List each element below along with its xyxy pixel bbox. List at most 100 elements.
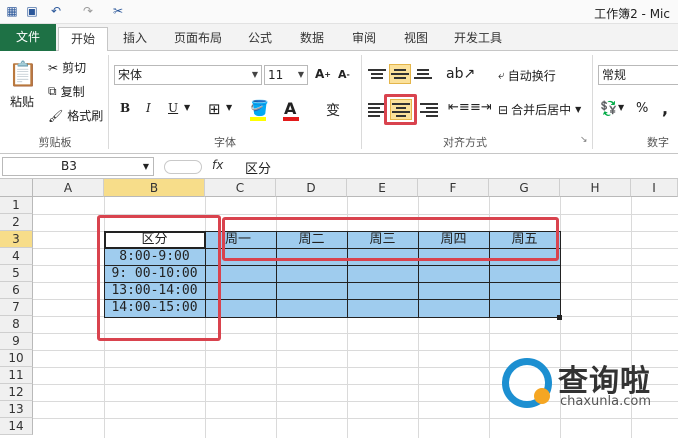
formula-input[interactable]: 区分 [245, 158, 271, 177]
column-header-b[interactable]: B [104, 179, 205, 197]
row-header-8[interactable]: 8 [0, 316, 33, 333]
font-group-label: 字体 [214, 136, 236, 149]
tab-insert[interactable]: 插入 [116, 27, 154, 51]
currency-icon[interactable]: 💱 [600, 101, 617, 117]
cut-label: 剪切 [62, 61, 87, 75]
tab-file[interactable]: 文件 [0, 24, 56, 51]
insert-function-button[interactable]: fx [212, 158, 223, 172]
format-painter-label: 格式刷 [67, 109, 104, 123]
wrap-text-icon: ⤶ [498, 68, 505, 82]
customize-icon[interactable]: ✂ [110, 3, 126, 19]
column-header-f[interactable]: F [418, 179, 489, 197]
align-right-icon[interactable] [420, 101, 438, 117]
chevron-down-icon: ▼ [575, 105, 582, 114]
format-painter-button[interactable]: 🖌 格式刷 [48, 107, 103, 124]
number-format-select[interactable]: 常规 [598, 65, 678, 85]
row-header-14[interactable]: 14 [0, 418, 33, 435]
excel-logo-icon: ▦ [6, 4, 18, 18]
row-header-4[interactable]: 4 [0, 248, 33, 265]
tab-review[interactable]: 审阅 [344, 27, 384, 51]
wrap-text-button[interactable]: ⤶ 自动换行 [498, 67, 556, 84]
name-box[interactable]: B3 ▼ [2, 157, 154, 176]
column-header-d[interactable]: D [276, 179, 347, 197]
column-header-e[interactable]: E [347, 179, 418, 197]
select-all-button[interactable] [0, 179, 33, 197]
increase-indent-icon[interactable]: ≡⇥ [470, 100, 492, 115]
number-group-label: 数字 [647, 136, 669, 149]
watermark-url: chaxunla.com [560, 394, 651, 409]
grow-font-icon[interactable]: A + [315, 67, 331, 81]
bottom-align-icon[interactable] [414, 67, 432, 83]
tab-view[interactable]: 视图 [396, 27, 436, 51]
shrink-font-icon[interactable]: A- [338, 68, 350, 81]
chevron-down-icon: ▼ [297, 70, 304, 79]
save-icon[interactable]: ▣ [24, 3, 40, 19]
paste-button[interactable]: 粘贴 [10, 93, 34, 110]
column-header-a[interactable]: A [33, 179, 104, 197]
group-divider [592, 55, 593, 149]
day-headers-highlight-box [222, 217, 559, 261]
wrap-text-label: 自动换行 [507, 69, 556, 83]
formula-bar: B3 ▼ fx 区分 [0, 154, 678, 179]
cell-reference: B3 [61, 159, 77, 173]
row-labels-highlight-box [97, 215, 221, 341]
row-header-13[interactable]: 13 [0, 401, 33, 418]
column-header-c[interactable]: C [205, 179, 276, 197]
row-header-1[interactable]: 1 [0, 197, 33, 214]
orange-dot-icon [534, 388, 550, 404]
column-header-h[interactable]: H [560, 179, 631, 197]
merge-center-button[interactable]: ⊟ 合并后居中 ▼ [498, 101, 581, 118]
alignment-group-label: 对齐方式 [443, 136, 487, 149]
gridline [33, 418, 678, 419]
row-header-12[interactable]: 12 [0, 384, 33, 401]
row-header-6[interactable]: 6 [0, 282, 33, 299]
font-size-select[interactable]: 11 ▼ [264, 65, 308, 85]
clipboard-group-label: 剪贴板 [38, 136, 72, 149]
row-header-2[interactable]: 2 [0, 214, 33, 231]
undo-icon[interactable]: ↶ [48, 3, 64, 19]
tab-page-layout[interactable]: 页面布局 [168, 27, 228, 51]
paste-icon[interactable]: 📋 [8, 57, 38, 91]
tab-formulas[interactable]: 公式 [240, 27, 280, 51]
chevron-down-icon[interactable]: ▼ [184, 103, 190, 112]
top-align-icon[interactable] [368, 67, 386, 83]
row-header-9[interactable]: 9 [0, 333, 33, 350]
column-header-g[interactable]: G [489, 179, 560, 197]
row-header-5[interactable]: 5 [0, 265, 33, 282]
row-header-7[interactable]: 7 [0, 299, 33, 316]
phonetic-icon[interactable]: 变 [326, 100, 340, 120]
group-divider [108, 55, 109, 149]
chevron-down-icon[interactable]: ▼ [226, 103, 232, 112]
borders-icon[interactable]: ⊞ [208, 100, 221, 118]
row-header-11[interactable]: 11 [0, 367, 33, 384]
row-header-10[interactable]: 10 [0, 350, 33, 367]
tab-home[interactable]: 开始 [58, 27, 108, 52]
italic-button[interactable]: I [146, 101, 151, 115]
dialog-launcher-icon[interactable]: ↘ [580, 135, 588, 145]
orientation-icon[interactable]: ab↗ [446, 66, 475, 82]
row-header-3[interactable]: 3 [0, 231, 33, 248]
cut-button[interactable]: ✂ 剪切 [48, 59, 86, 76]
title-bar: ▦ ▣ ↶ ↷ ✂ 工作簿2 - Mic [0, 0, 678, 24]
bold-button[interactable]: B [120, 101, 130, 115]
font-name-value: 宋体 [118, 68, 143, 82]
underline-button[interactable]: U [168, 101, 178, 115]
chevron-down-icon[interactable]: ▼ [618, 103, 624, 112]
number-format-value: 常规 [602, 68, 627, 82]
center-align-icon [392, 101, 410, 117]
percent-button[interactable]: % [636, 101, 648, 116]
column-header-i[interactable]: I [631, 179, 678, 197]
fill-color-icon[interactable]: 🪣 [250, 99, 269, 117]
formula-bar-resizer[interactable] [164, 160, 202, 174]
copy-button[interactable]: ⧉ 复制 [48, 83, 85, 100]
merge-center-label: 合并后居中 [511, 103, 572, 117]
fill-handle[interactable] [557, 315, 562, 320]
redo-icon[interactable]: ↷ [80, 3, 96, 19]
font-name-select[interactable]: 宋体 ▼ [114, 65, 262, 85]
ribbon: 📋 粘贴 ✂ 剪切 ⧉ 复制 🖌 格式刷 剪贴板 宋体 ▼ 11 ▼ A + A- B I … [0, 51, 678, 154]
tab-data[interactable]: 数据 [292, 27, 332, 51]
decrease-indent-icon[interactable]: ⇤≡ [448, 100, 470, 115]
comma-style-button[interactable]: , [662, 99, 668, 118]
font-color-icon[interactable]: A [284, 99, 296, 118]
tab-developer[interactable]: 开发工具 [448, 27, 508, 51]
